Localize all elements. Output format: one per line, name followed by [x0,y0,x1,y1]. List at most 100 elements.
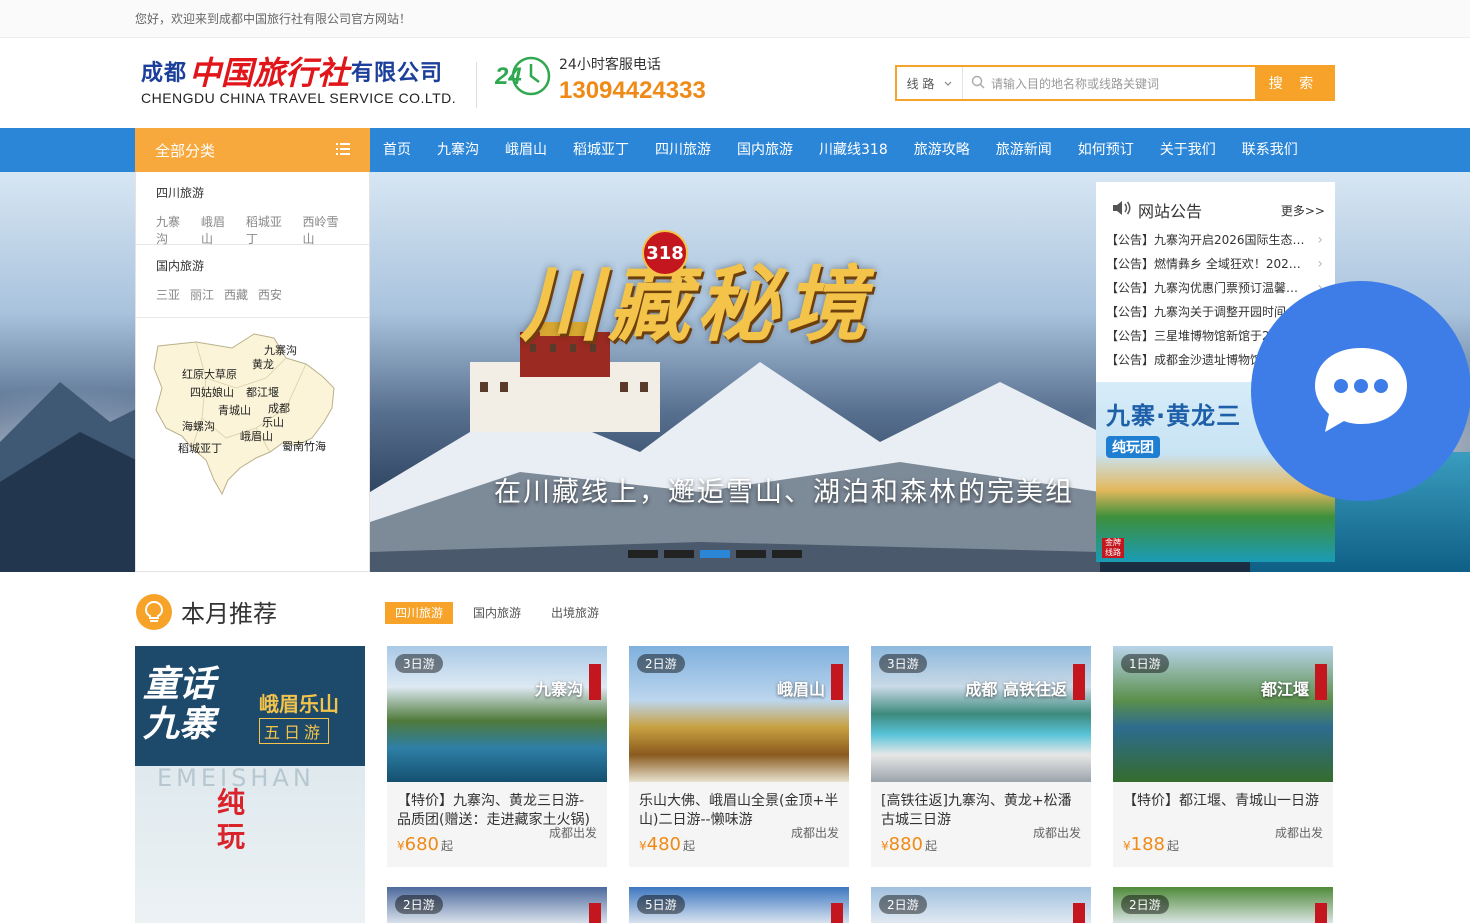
nav-item[interactable]: 如何预订 [1069,128,1143,172]
map-label[interactable]: 海螺沟 [182,418,215,434]
tour-card[interactable]: 2日游 峨眉山 乐山大佛、峨眉山全景(金顶+半山)二日游--懒味游 ¥480 起 成都出发 [629,646,849,867]
tour-image[interactable]: 3日游 成都 高铁往返 [871,646,1091,782]
nav-item[interactable]: 首页 [374,128,420,172]
recommend-tab[interactable]: 出境旅游 [541,602,609,624]
recommend-tab[interactable]: 国内旅游 [463,602,531,624]
category-link[interactable]: 西藏 [224,286,248,303]
corner-ribbon [831,903,843,923]
category-group-title[interactable]: 四川旅游 [156,184,349,201]
logo-prefix: 成都 [141,60,188,86]
site-logo[interactable]: 成都 中国旅行社 有限公司 CHENGDU CHINA TRAVEL SERVI… [141,54,463,110]
tour-card[interactable]: 3日游 九寨沟 【特价】九寨沟、黄龙三日游-品质团(赠送：走进藏家土火锅) ¥680 起… [387,646,607,867]
nav-item[interactable]: 国内旅游 [728,128,802,172]
hero-banner[interactable]: 川藏秘境 318 在川藏线上，邂逅雪山、湖泊和森林的完美组 四川旅游 九寨沟 峨眉山… [0,172,1470,572]
lightbulb-icon [136,594,172,630]
nav-item[interactable]: 九寨沟 [428,128,488,172]
feature-line1: 童话 九寨 [143,663,216,745]
nav-item[interactable]: 联系我们 [1233,128,1307,172]
tour-image[interactable]: 3日游 九寨沟 [387,646,607,782]
category-link[interactable]: 稻城亚丁 [246,213,293,247]
category-link[interactable]: 三亚 [156,286,180,303]
notice-title-text: 网站公告 [1138,202,1203,221]
promo-tag: 纯玩团 [1106,436,1160,458]
notice-more-link[interactable]: 更多>> [1281,202,1325,219]
tour-name[interactable]: 【特价】九寨沟、黄龙三日游-品质团(赠送：走进藏家土火锅) [387,782,607,830]
nav-item[interactable]: 旅游攻略 [905,128,979,172]
sichuan-map[interactable]: 九寨沟 黄龙 红原大草原 四姑娘山 都江堰 成都 青城山 乐山 海螺沟 峨眉山 稻城亚丁 蜀南竹海 [136,318,369,500]
tour-card[interactable]: 2日游 [1113,887,1333,923]
speaker-icon [1112,200,1132,220]
map-label[interactable]: 蜀南竹海 [282,438,326,454]
map-label[interactable]: 青城山 [218,402,251,418]
chat-button[interactable] [1251,281,1470,501]
tour-image[interactable]: 5日游 [629,887,849,923]
hours-badge: 24 [495,63,522,90]
tour-image[interactable]: 1日游 都江堰 [1113,646,1333,782]
corner-ribbon [1315,903,1327,923]
search-button[interactable]: 搜 索 [1255,67,1333,99]
image-caption: 成都 高铁往返 [965,680,1067,699]
category-panel: 四川旅游 九寨沟 峨眉山 稻城亚丁 西岭雪山 国内旅游 三亚 丽江 西藏 西安 九寨沟 黄龙 红原大草… [135,172,370,572]
hotline-label: 24小时客服电话 [559,57,661,73]
tour-name[interactable]: 【特价】都江堰、青城山一日游 [1113,782,1333,830]
departure-city: 成都出发 [790,826,839,840]
map-label[interactable]: 红原大草原 [182,366,237,382]
tour-card[interactable]: 1日游 都江堰 【特价】都江堰、青城山一日游 ¥188 起 成都出发 [1113,646,1333,867]
category-link[interactable]: 峨眉山 [201,213,236,247]
notice-item[interactable]: 【公告】九寨沟开启2026国际生态旅游节 [1106,228,1325,252]
feature-poster[interactable]: 童话 九寨 峨眉乐山 五日游 EMEISHAN 纯玩 [135,646,365,923]
recommend-tab[interactable]: 四川旅游 [385,602,454,624]
tour-image[interactable]: 2日游 [387,887,607,923]
category-link[interactable]: 西岭雪山 [302,213,349,247]
tour-image[interactable]: 2日游 [871,887,1091,923]
tour-name[interactable]: [高铁往返]九寨沟、黄龙+松潘古城三日游 [871,782,1091,830]
map-label[interactable]: 稻城亚丁 [178,440,222,456]
notice-item[interactable]: 【公告】九寨沟优惠门票预订温馨提示 [1106,276,1325,300]
chat-icon [1311,344,1411,438]
carousel-dot[interactable] [772,550,802,558]
all-categories-button[interactable]: 全部分类 [135,128,370,172]
category-link[interactable]: 西安 [258,286,282,303]
corner-ribbon [589,903,601,923]
nav-item[interactable]: 稻城亚丁 [564,128,638,172]
tour-image[interactable]: 2日游 [1113,887,1333,923]
notice-item[interactable]: 【公告】燃情彝乡 全域狂欢！2026彝族火把节 [1106,252,1325,276]
image-caption: 峨眉山 [776,680,825,699]
recommend-tabs: 四川旅游 国内旅游 出境旅游 [385,602,619,624]
tour-price: ¥880 起 [881,834,938,855]
list-icon [336,141,350,159]
hotline-number: 13094424333 [559,77,706,104]
search-category-select[interactable]: 线 路 [897,67,963,99]
tour-card[interactable]: 2日游 [871,887,1091,923]
nav-item[interactable]: 峨眉山 [496,128,556,172]
chevron-down-icon [944,76,952,90]
recommend-section: 本月推荐 四川旅游 国内旅游 出境旅游 童话 九寨 峨眉乐山 五日游 EMEISHAN… [135,572,1335,923]
duration-badge: 2日游 [395,895,443,914]
map-label[interactable]: 四姑娘山 [190,384,234,400]
category-link[interactable]: 九寨沟 [156,213,191,247]
nav-item[interactable]: 四川旅游 [646,128,720,172]
map-label[interactable]: 黄龙 [252,356,274,372]
carousel-dot[interactable] [736,550,766,558]
carousel-dot[interactable] [700,550,730,558]
search-input[interactable]: 请输入目的地名称或线路关键词 [963,67,1255,99]
tour-card[interactable]: 5日游 [629,887,849,923]
map-label[interactable]: 都江堰 [246,384,279,400]
carousel-dot[interactable] [628,550,658,558]
tour-card[interactable]: 2日游 [387,887,607,923]
corner-ribbon [1073,903,1085,923]
category-group-title[interactable]: 国内旅游 [156,257,349,274]
tour-price: ¥188 起 [1123,834,1180,855]
category-link[interactable]: 丽江 [190,286,214,303]
header: 成都 中国旅行社 有限公司 CHENGDU CHINA TRAVEL SERVI… [135,38,1335,128]
nav-item[interactable]: 关于我们 [1151,128,1225,172]
search-bar: 线 路 请输入目的地名称或线路关键词 搜 索 [895,65,1335,101]
tour-card[interactable]: 3日游 成都 高铁往返 [高铁往返]九寨沟、黄龙+松潘古城三日游 ¥880 起成都出发 [871,646,1091,867]
nav-item[interactable]: 川藏线318 [810,128,897,172]
carousel-dot[interactable] [664,550,694,558]
tour-image[interactable]: 2日游 峨眉山 [629,646,849,782]
tour-name[interactable]: 乐山大佛、峨眉山全景(金顶+半山)二日游--懒味游 [629,782,849,830]
nav-item[interactable]: 旅游新闻 [987,128,1061,172]
map-label[interactable]: 峨眉山 [240,428,273,444]
banner-slogan: 在川藏线上，邂逅雪山、湖泊和森林的完美组 [494,477,1074,508]
